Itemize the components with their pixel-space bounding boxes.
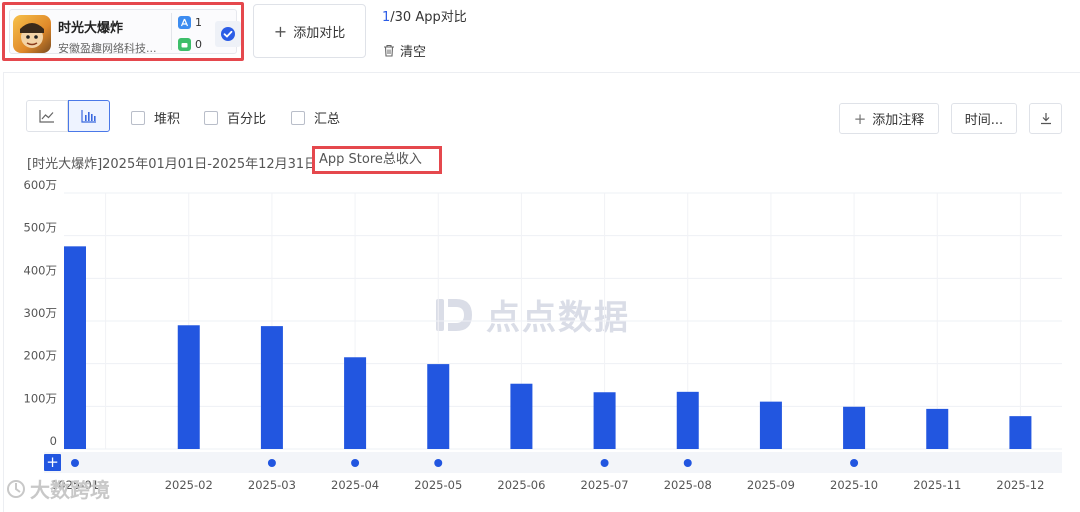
- bar-2025-03: [260, 326, 283, 449]
- x-tick-label: 2025-08: [664, 478, 712, 492]
- bar-2025-07: [593, 392, 616, 449]
- y-tick-label: 500万: [24, 221, 57, 235]
- bar-2025-12: [1009, 416, 1032, 449]
- y-tick-label: 100万: [24, 391, 57, 405]
- x-tick-label: 2025-02: [165, 478, 213, 492]
- x-tick-label: 2025-11: [913, 478, 961, 492]
- bar-2025-06: [510, 383, 533, 449]
- annotation-dot: [683, 459, 692, 467]
- annotation-dot: [600, 459, 609, 467]
- x-tick-label: 2025-10: [830, 478, 878, 492]
- x-tick-label: 2025-12: [996, 478, 1044, 492]
- annotation-strip: [44, 452, 1062, 473]
- bar-2025-10: [843, 406, 866, 449]
- y-tick-label: 300万: [24, 306, 57, 320]
- corner-watermark-text: 大数跨境: [30, 478, 110, 502]
- corner-watermark-icon: [7, 479, 25, 498]
- annotation-dot: [351, 459, 360, 467]
- annotation-dot: [850, 459, 859, 467]
- y-tick-label: 0: [50, 434, 57, 448]
- bar-2025-01: [64, 246, 86, 449]
- bar-2025-08: [676, 391, 699, 449]
- bar-2025-02: [177, 325, 200, 449]
- annotation-dot: [434, 459, 443, 467]
- bar-2025-04: [344, 357, 367, 449]
- revenue-bar-chart: 0100万200万300万400万500万600万+2025-01 2025-02…: [24, 178, 1062, 492]
- bar-2025-11: [926, 408, 949, 449]
- y-tick-label: 200万: [24, 349, 57, 363]
- bar-2025-05: [427, 364, 450, 449]
- bar-2025-09: [759, 401, 782, 449]
- x-tick-label: 2025-09: [747, 478, 795, 492]
- annotation-dot: [267, 459, 276, 467]
- x-tick-label: 2025-03: [248, 478, 296, 492]
- corner-watermark: 大数跨境: [6, 474, 110, 503]
- x-tick-label: 2025-06: [497, 478, 545, 492]
- x-tick-label: 2025-04: [331, 478, 379, 492]
- y-tick-label: 400万: [24, 263, 57, 277]
- y-tick-label: 600万: [24, 178, 57, 192]
- annotation-dot: [71, 459, 79, 467]
- plus-icon: +: [46, 453, 59, 471]
- x-tick-label: 2025-07: [581, 478, 629, 492]
- x-tick-label: 2025-05: [414, 478, 462, 492]
